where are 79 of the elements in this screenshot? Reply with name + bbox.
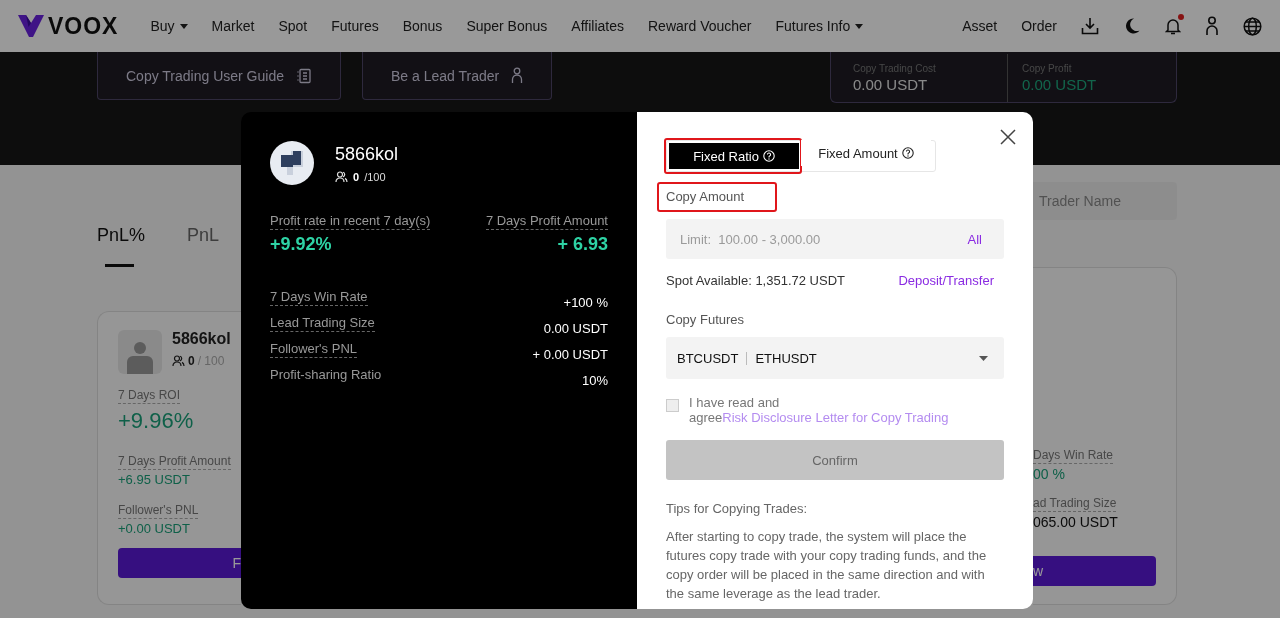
stat-value: 0.00 USDT [853,76,929,93]
agree-checkbox[interactable] [666,399,679,412]
tips-text: After starting to copy trade, the system will place the futures copy trade with your copy trading funds, and the copy order will be placed in the same direction and with the same leverage as the lead trader. [666,528,988,603]
hero-button[interactable]: Copy Trading User Guide [97,52,341,100]
metric-label: Profit rate in recent 7 day(s) [270,213,431,230]
person-icon [511,67,524,84]
stat-value: + 0.00 USDT [532,346,608,362]
stat-value: 10% [581,372,608,388]
ranking-tab[interactable]: PnL [187,225,225,311]
follower-count: 0 [188,354,195,368]
field-label: Copy Futures [666,312,746,327]
selected-pair: ETHUSDT [755,350,817,366]
stat-label: Follower's PNL [270,341,357,358]
metric-value: + 6.93 [557,234,608,255]
stat-label: 7 Days Win Rate [270,289,368,306]
tips-title: Tips for Copying Trades: [666,501,809,516]
document-icon [295,67,312,84]
nav-link[interactable]: Reward Voucher [648,18,752,34]
view-button[interactable]: w [1033,556,1156,586]
stat-value: 0.00 USDT [543,320,608,336]
trader-name: 5866kol [172,330,231,348]
nav-link[interactable]: Bonus [402,18,443,34]
trader-name: 5866kol [335,143,399,165]
nav-link[interactable]: Affiliates [571,18,624,34]
avatar-icon [270,141,314,185]
metric-value: +0.00 USDT [118,521,191,536]
nav-link[interactable]: Futures Info [775,18,864,34]
metric-label: 7 Days ROI [118,388,180,404]
nav-link[interactable]: Super Bonus [466,18,548,34]
help-icon [762,150,775,162]
follower-capacity: /100 [364,170,386,183]
follower-count: 0 [353,170,360,183]
all-link[interactable]: All [967,231,982,247]
moon-icon[interactable] [1123,17,1141,35]
metric-value: +6.95 USDT [118,472,191,487]
nav-link[interactable]: Market [211,18,255,34]
logo-icon [18,15,44,37]
caret-icon [855,23,864,29]
logo-text: VOOX [48,12,119,40]
search-field[interactable]: Trader Name [1033,182,1177,220]
nav-link[interactable]: Buy [150,18,188,34]
help-icon [901,147,914,159]
stat-label: Lead Trading Size [270,315,375,332]
field-label: Copy Amount [666,189,745,204]
download-icon[interactable] [1081,17,1099,35]
agreement-text: I have read and agreeRisk Disclosure Letter for Copy Trading [689,395,950,425]
amount-field[interactable]: Limit: 100.00 - 3,000.00 All [666,219,1004,259]
deposit-link[interactable]: Deposit/Transfer [898,273,994,288]
metric-value: 00 % [1033,466,1066,482]
follow-button[interactable]: F [118,548,241,578]
users-icon [335,170,348,183]
metric-value: +9.96% [118,408,195,434]
person-icon[interactable] [1205,16,1219,36]
metric-label: 7 Days Profit Amount [485,213,608,230]
caret-icon [979,355,988,361]
futures-select[interactable]: BTCUSDT ETHUSDT [666,337,1004,379]
nav-link[interactable]: Spot [278,18,308,34]
globe-icon[interactable] [1243,16,1262,36]
ranking-tab[interactable]: PnL% [97,225,146,311]
stat-value: 0.00 USDT [1022,76,1098,93]
metric-value: 065.00 USDT [1033,514,1119,530]
nav-link[interactable]: Asset [962,18,998,34]
metric-label: Follower's PNL [118,503,199,519]
mode-tab[interactable]: Fixed Amount [801,140,931,166]
nav-link[interactable]: Order [1021,18,1057,34]
nav-link[interactable]: Futures [331,18,379,34]
close-icon[interactable] [1000,129,1016,145]
metric-value: +9.92% [270,234,333,255]
metric-label: 7 Days Profit Amount [118,454,231,470]
hero-button[interactable]: Be a Lead Trader [361,52,553,100]
bell-icon[interactable] [1165,17,1181,35]
stat-label: Profit-sharing Ratio [270,367,382,383]
avatar-placeholder [118,330,162,374]
mode-tab[interactable]: Fixed Ratio [669,143,799,169]
users-icon [172,355,185,367]
caret-icon [179,23,188,29]
selected-pair: BTCUSDT [677,350,739,366]
spot-available: Spot Available: 1,351.72 USDT [666,273,845,288]
stat-value: +100 % [563,294,608,310]
